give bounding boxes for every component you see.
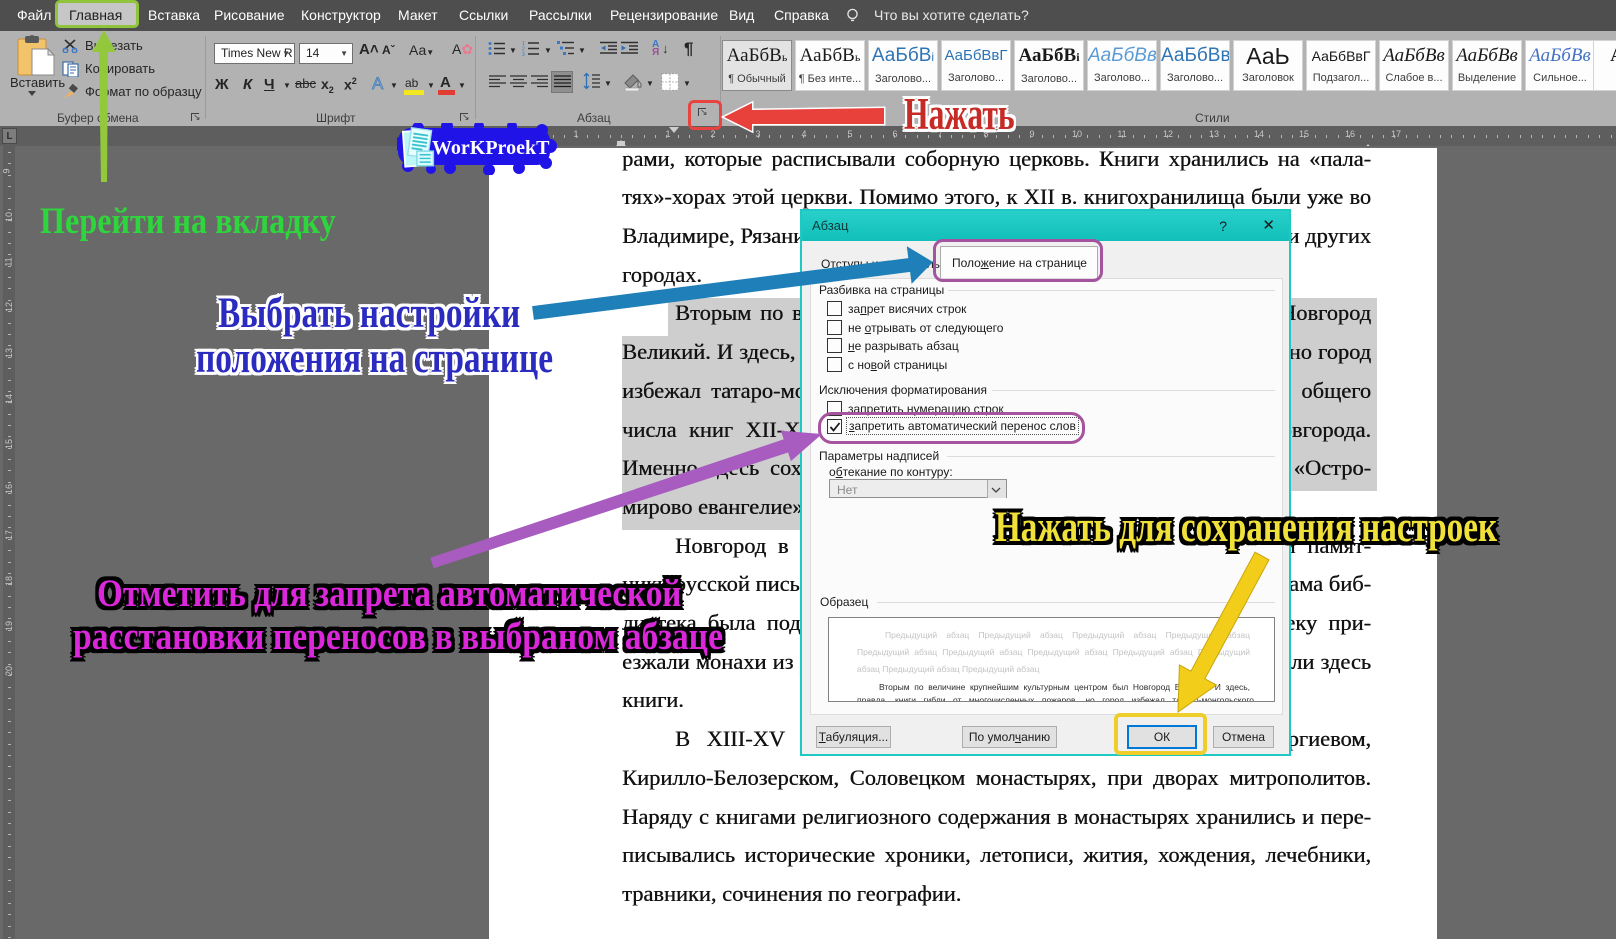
svg-text:3: 3	[522, 52, 525, 56]
svg-text:WorKProekT: WorKProekT	[432, 137, 550, 159]
